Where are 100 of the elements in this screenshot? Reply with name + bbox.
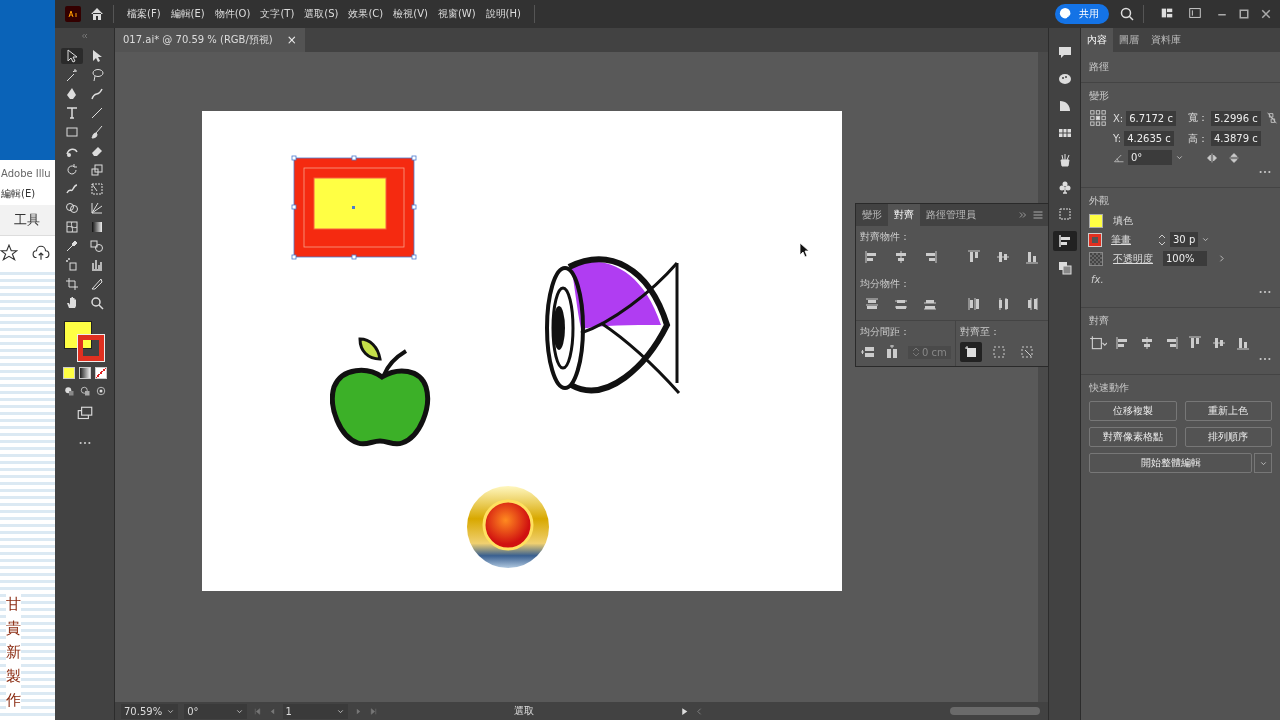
align-center-icon[interactable] [893,249,909,265]
draw-behind-icon[interactable] [78,385,91,397]
section-title: 對齊 [1089,314,1110,328]
field-label: 高： [1188,131,1208,146]
menu-item[interactable]: 說明(H) [480,7,526,21]
opacity-swatch[interactable] [1089,251,1103,266]
gradient-swatch[interactable] [78,367,91,379]
constrain-proportions-icon[interactable] [1264,111,1279,125]
width-field[interactable]: 5.2996 c [1211,110,1261,126]
align-center-icon[interactable] [1139,335,1155,351]
workspace-icon[interactable] [1160,6,1174,20]
stroke-label[interactable]: 筆畫 [1111,232,1147,247]
quick-action-button[interactable]: 位移複製 [1089,401,1177,421]
panel-tab[interactable]: 內容 [1081,28,1113,52]
stroke-weight-field[interactable]: 30 p [1170,232,1199,247]
distribute-left-icon[interactable] [966,296,982,312]
align-top-icon[interactable] [966,249,982,265]
effects-button[interactable]: fx. [1091,274,1272,285]
menu-item[interactable]: 選取(S) [299,7,344,21]
reference-point-icon[interactable] [1089,109,1107,127]
menu-item[interactable]: 視窗(W) [432,7,481,21]
align-top-icon[interactable] [1187,335,1203,351]
section-title: 外觀 [1089,194,1110,208]
opacity-field[interactable]: 100% [1163,251,1207,266]
selected-rectangle-drawing[interactable] [290,154,418,261]
menu-item[interactable]: 文字(T) [255,7,300,21]
section-label: 對齊物件： [860,230,911,244]
quick-action-button[interactable]: 重新上色 [1184,401,1272,421]
distribute-top-icon[interactable] [864,296,880,312]
search-icon[interactable] [1119,6,1135,22]
section-label: 均分間距： [860,325,911,339]
share-button[interactable]: 共用 [1055,4,1109,24]
maximize-icon[interactable] [1238,8,1250,20]
stroke-swatch[interactable] [1089,233,1101,246]
draw-inside-icon[interactable] [94,385,107,397]
panel-tab[interactable]: 圖層 [1113,28,1145,52]
field-label: Y: [1113,133,1122,144]
distribute-horizontal-spacing-icon[interactable] [884,344,900,360]
align-to-dropdown-icon[interactable] [1089,334,1107,352]
object-type-label: 路徑 [1089,60,1110,74]
menu-item[interactable]: 檔案(F) [122,7,166,21]
document-tab[interactable]: 017.ai* @ 70.59 % (RGB/預視) × [115,28,305,52]
play-icon[interactable] [679,706,689,716]
chevron-right-icon[interactable] [1217,254,1226,263]
align-to-artboard-icon[interactable] [959,342,982,362]
quick-action-button[interactable]: 對齊像素格點 [1089,427,1177,447]
caret-icon[interactable] [1175,153,1184,162]
close-icon[interactable] [1260,8,1272,20]
align-bottom-icon[interactable] [1235,335,1251,351]
panel-tab[interactable]: 變形 [856,204,888,226]
panel-layout-icon[interactable] [1188,6,1202,20]
align-middle-icon[interactable] [1211,335,1227,351]
flip-horizontal-icon[interactable] [1206,151,1218,164]
cloud-upload-icon[interactable] [32,244,50,262]
rotation-dropdown[interactable]: 0° [184,703,247,719]
distribute-vertical-spacing-icon[interactable] [860,344,876,360]
quick-action-button[interactable]: 開始整體編輯 [1089,453,1252,473]
stroke-swatch[interactable] [77,335,104,361]
menu-item[interactable]: 檢視(V) [388,7,433,21]
section-label: 對齊至： [959,325,1001,339]
selection-tool-icon[interactable] [61,48,83,64]
height-field[interactable]: 4.3879 c [1211,131,1261,146]
caret-icon[interactable] [1201,235,1211,244]
opacity-label[interactable]: 不透明度 [1113,251,1153,266]
align-bottom-icon[interactable] [1024,249,1040,265]
angle-dropdown[interactable]: 0° [1128,150,1172,165]
menu-item[interactable]: 編輯(E) [165,7,210,21]
star-icon[interactable] [0,244,18,262]
y-field[interactable]: 4.2635 c [1124,131,1174,146]
menu-item[interactable]: 編輯(E) [0,183,55,205]
section-label: 均分物件： [860,277,911,291]
section-title: 快速動作 [1089,381,1130,395]
horizontal-scrollbar[interactable] [949,707,1040,715]
panel-tab[interactable]: 資料庫 [1145,28,1187,52]
quick-action-button[interactable]: 排列順序 [1184,427,1272,447]
none-swatch[interactable] [94,367,107,379]
menu-item[interactable]: 效果(C) [343,7,389,21]
current-tool-label: 選取 [513,704,535,718]
align-middle-icon[interactable] [995,249,1011,265]
flip-vertical-icon[interactable] [1228,151,1240,164]
zoom-dropdown[interactable]: 70.59% [121,703,179,719]
app-logo[interactable] [65,6,81,22]
panel-tab[interactable]: 路徑管理員 [920,204,982,226]
field-label: 寬： [1188,111,1208,125]
vertical-text: 甘貴新製作 [6,592,21,712]
fill-swatch[interactable] [1089,214,1103,228]
window-title: Adobe Illu [0,167,52,181]
color-swatch[interactable] [62,367,75,379]
section-title: 變形 [1089,89,1110,103]
field-label: X: [1113,112,1124,124]
panel-tab[interactable]: 對齊 [888,204,920,226]
draw-normal-icon[interactable] [62,385,75,397]
artboard-dropdown[interactable]: 1 [282,703,348,719]
stepper-icon[interactable] [1157,233,1167,246]
menu-item[interactable]: 物件(O) [209,7,256,21]
align-icon[interactable] [1052,231,1077,251]
home-icon[interactable] [89,6,105,22]
tab[interactable]: 工具 [0,205,55,236]
x-field[interactable]: 6.7172 c [1126,110,1176,126]
fill-label: 填色 [1113,214,1133,228]
